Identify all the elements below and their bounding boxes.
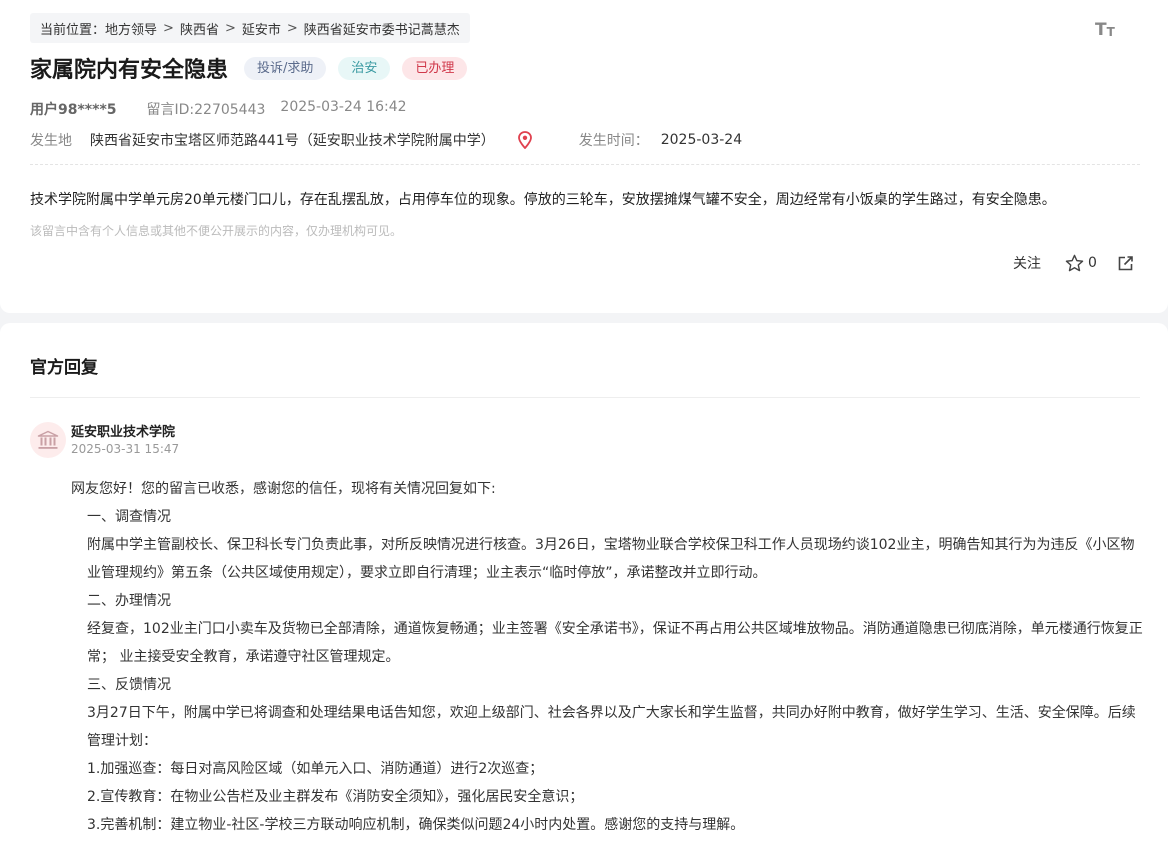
title-row: 家属院内有安全隐患 投诉/求助 治安 已办理 xyxy=(30,53,479,83)
breadcrumb-item-leaders[interactable]: 地方领导 xyxy=(105,19,157,38)
reply-paragraph: 附属中学主管副校长、保卫科长专门负责此事，对所反映情况进行核查。3月26日，宝塔… xyxy=(87,537,1135,581)
reply-heading: 官方回复 xyxy=(30,358,98,378)
divider xyxy=(30,164,1140,165)
reply-body: 网友您好！您的留言已收悉，感谢您的信任，现将有关情况回复如下: 一、调查情况附属中… xyxy=(71,475,1143,839)
institution-icon xyxy=(37,430,59,449)
breadcrumb: 当前位置： 地方领导 > 陕西省 > 延安市 > 陕西省延安市委书记蒿慧杰 xyxy=(30,13,470,43)
breadcrumb-item-leader[interactable]: 陕西省延安市委书记蒿慧杰 xyxy=(304,19,460,38)
breadcrumb-label: 当前位置： xyxy=(40,22,106,38)
post-meta: 用户98****5 留言ID:22705443 2025-03-24 16:42 xyxy=(30,99,407,119)
reply-paragraph: 3月27日下午，附属中学已将调查和处理结果电话告知您，欢迎上级部门、社会各界以及… xyxy=(87,705,1136,749)
reply-paragraph: 一、调查情况 xyxy=(87,509,171,525)
page-title: 家属院内有安全隐患 xyxy=(30,58,229,83)
reply-paragraph: 二、办理情况 xyxy=(87,593,171,609)
reply-date: 2025-03-31 15:47 xyxy=(71,442,180,456)
occur-time-value: 2025-03-24 xyxy=(660,132,743,148)
reply-paragraph: 3.完善机制：建立物业-社区-学校三方联动响应机制，确保类似问题24小时内处置。… xyxy=(87,817,745,833)
post-actions: 关注 0 xyxy=(1013,252,1134,274)
reply-paragraph: 三、反馈情况 xyxy=(87,677,171,693)
location-row: 发生地 陕西省延安市宝塔区师范路441号（延安职业技术学院附属中学） 发生时间：… xyxy=(30,130,742,150)
star-icon xyxy=(1065,254,1084,272)
location-label: 发生地 xyxy=(30,133,72,149)
map-pin-icon[interactable] xyxy=(517,131,533,149)
privacy-note: 该留言中含有个人信息或其他不便公开展示的内容，仅办理机构可见。 xyxy=(30,224,403,238)
category-tag: 治安 xyxy=(338,56,391,80)
author-name: 用户98****5 xyxy=(30,102,117,118)
status-badge: 已办理 xyxy=(402,56,468,80)
reply-paragraph: 网友您好！您的留言已收悉，感谢您的信任，现将有关情况回复如下: xyxy=(71,481,496,497)
breadcrumb-separator: > xyxy=(224,20,236,36)
occur-time-label: 发生时间： xyxy=(578,133,649,149)
location-value: 陕西省延安市宝塔区师范路441号（延安职业技术学院附属中学） xyxy=(90,133,495,149)
breadcrumb-separator: > xyxy=(163,20,174,36)
post-time: 2025-03-24 16:42 xyxy=(280,99,407,115)
divider xyxy=(30,397,1140,398)
reply-paragraph: 1.加强巡查：每日对高风险区域（如单元入口、消防通道）进行2次巡查； xyxy=(87,761,544,777)
post-card: 当前位置： 地方领导 > 陕西省 > 延安市 > 陕西省延安市委书记蒿慧杰 TT… xyxy=(0,0,1168,313)
breadcrumb-separator: > xyxy=(286,20,298,36)
follow-button[interactable]: 关注 xyxy=(1013,253,1041,273)
avatar xyxy=(30,422,66,458)
share-button[interactable] xyxy=(1117,255,1134,272)
post-content: 技术学院附属中学单元房20单元楼门口儿，存在乱摆乱放，占用停车位的现象。停放的三… xyxy=(30,192,1056,208)
type-tag: 投诉/求助 xyxy=(244,56,327,80)
breadcrumb-item-province[interactable]: 陕西省 xyxy=(180,19,219,38)
message-id: 留言ID:22705443 xyxy=(146,102,266,118)
reply-paragraph: 经复查，102业主门口小卖车及货物已全部清除，通道恢复畅通；业主签署《安全承诺书… xyxy=(87,621,1143,665)
text-size-icon[interactable]: TT xyxy=(1095,18,1117,40)
breadcrumb-item-city[interactable]: 延安市 xyxy=(242,19,281,38)
reply-org-name: 延安职业技术学院 xyxy=(71,425,176,440)
reply-paragraph: 2.宣传教育：在物业公告栏及业主群发布《消防安全须知》，强化居民安全意识； xyxy=(87,789,584,805)
favorite-button[interactable]: 0 xyxy=(1065,254,1097,272)
share-icon xyxy=(1118,255,1133,270)
favorite-count: 0 xyxy=(1088,255,1097,271)
